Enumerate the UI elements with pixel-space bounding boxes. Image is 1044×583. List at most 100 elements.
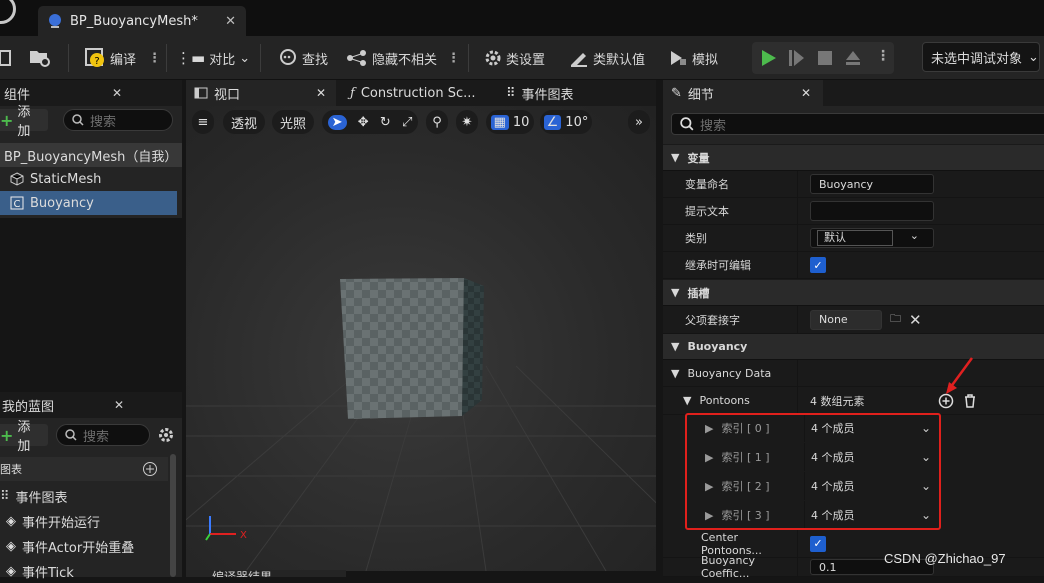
angle-icon: ∠	[543, 114, 562, 130]
select-tool-icon[interactable]: ➤	[327, 114, 347, 130]
pontoons-label[interactable]: ▼ Pontoons	[663, 387, 798, 414]
component-item-staticmesh[interactable]: StaticMesh	[0, 167, 182, 191]
section-label: Buoyancy	[687, 340, 748, 353]
close-icon[interactable]: ✕	[801, 86, 811, 100]
details-search-input[interactable]: 搜索	[671, 113, 1044, 135]
hide-unrelated-label: 隐藏不相关	[372, 52, 438, 68]
buoyancy-data-label: ▼ Buoyancy Data	[663, 360, 798, 386]
graph-item-tick[interactable]: ◈ 事件Tick	[0, 559, 74, 583]
document-tab-title: BP_BuoyancyMesh*	[70, 13, 198, 29]
eject-icon[interactable]	[844, 49, 862, 67]
clear-icon[interactable]: ✕	[909, 311, 922, 329]
component-item-root[interactable]: BP_BuoyancyMesh（自我）	[0, 143, 182, 167]
buoyancy-coefficient-label: Buoyancy Coeffic...	[663, 554, 798, 580]
diff-button[interactable]: ⋮▬ 对比 ⌄	[176, 36, 250, 80]
viewport-menu-button[interactable]: ≡	[192, 110, 214, 134]
graph-item-begin-overlap[interactable]: ◈ 事件Actor开始重叠	[0, 534, 134, 558]
buoyancy-data-row[interactable]: ▼ Buoyancy Data	[663, 360, 1044, 387]
red-arrow-annotation	[946, 357, 974, 394]
document-tab[interactable]: BP_BuoyancyMesh* ✕	[38, 6, 246, 36]
angle-snap-control[interactable]: ∠ 10°	[540, 110, 592, 134]
class-defaults-button[interactable]: 类默认值	[569, 36, 645, 80]
play-options-icon[interactable]: ⋮	[876, 48, 890, 64]
play-icon[interactable]	[760, 49, 778, 67]
blueprint-search-input[interactable]: 搜索	[56, 424, 150, 446]
event-icon: ◈	[6, 513, 16, 529]
step-icon[interactable]	[788, 49, 806, 67]
angle-snap-value: 10°	[565, 114, 589, 130]
graph-item-event-graph[interactable]: ⠿ 事件图表	[0, 484, 68, 508]
find-button[interactable]: 查找	[278, 36, 328, 80]
expand-toolbar-icon[interactable]: »	[628, 110, 650, 134]
tab-construction-script[interactable]: ƒ Construction Sc...	[350, 80, 476, 106]
hide-unrelated-button[interactable]: 隐藏不相关 ⋮	[346, 36, 460, 80]
component-item-buoyancy[interactable]: C Buoyancy	[0, 191, 177, 215]
tab-viewport[interactable]: 视口 ✕	[186, 80, 336, 106]
variables-section-header[interactable]: ▼ 变量	[663, 145, 1044, 171]
surface-snap-icon[interactable]: ⚲	[426, 110, 448, 134]
toolbar-separator	[468, 44, 469, 72]
graph-item-begin-play[interactable]: ◈ 事件开始运行	[0, 509, 100, 533]
pontoons-row: ▼ Pontoons 4 数组元素	[663, 387, 1044, 415]
rotate-tool-icon[interactable]: ↻	[380, 115, 391, 130]
play-controls: ⋮	[752, 42, 894, 74]
add-component-button[interactable]: + 添加	[0, 105, 48, 139]
world-local-icon[interactable]: ✷	[456, 110, 478, 134]
instance-editable-checkbox[interactable]: ✓	[810, 257, 826, 273]
translate-tool-icon[interactable]: ✥	[358, 115, 369, 130]
tooltip-label: 提示文本	[663, 198, 798, 224]
static-mesh-icon	[10, 172, 24, 186]
chevron-down-icon: ⌄	[909, 229, 919, 242]
close-icon[interactable]: ✕	[225, 14, 236, 29]
scrollbar[interactable]	[170, 454, 176, 577]
perspective-button[interactable]: 透视	[223, 110, 265, 134]
collapse-arrow-icon: ▼	[683, 394, 692, 407]
variable-name-row: 变量命名 Buoyancy	[663, 171, 1044, 198]
details-tab[interactable]: ✎ 细节 ✕	[663, 80, 823, 106]
add-circle-icon[interactable]	[142, 461, 158, 477]
lit-button[interactable]: 光照	[272, 110, 314, 134]
save-button[interactable]	[0, 36, 12, 80]
more-options-icon[interactable]: ⋮	[447, 51, 460, 66]
graphs-section-header[interactable]: 图表	[0, 457, 168, 481]
close-icon[interactable]: ✕	[112, 86, 122, 100]
grid-snap-value: 10	[512, 114, 530, 130]
buoyancy-section-header[interactable]: ▼ Buoyancy	[663, 334, 1044, 360]
browse-button[interactable]	[28, 36, 52, 80]
components-search-input[interactable]: 搜索	[63, 109, 173, 131]
debug-object-select[interactable]: 未选中调试对象 ⌄	[922, 42, 1040, 72]
close-icon[interactable]: ✕	[316, 86, 326, 100]
gear-icon[interactable]	[157, 426, 175, 444]
collapse-arrow-icon: ▼	[671, 286, 680, 299]
tooltip-row: 提示文本	[663, 198, 1044, 225]
class-defaults-icon	[571, 53, 587, 67]
viewport[interactable]: X	[125, 106, 727, 572]
gear-icon	[485, 50, 501, 66]
tab-event-graph[interactable]: ⠿ 事件图表	[506, 80, 574, 106]
tooltip-input[interactable]	[810, 201, 934, 221]
browse-socket-icon[interactable]: 🗀	[890, 310, 901, 329]
graph-icon: ⠿	[0, 488, 10, 504]
compile-options-icon[interactable]: ⋮	[148, 51, 161, 66]
center-pontoons-checkbox[interactable]: ✓	[810, 535, 826, 552]
scale-tool-icon[interactable]: ⤢	[402, 115, 412, 130]
close-icon[interactable]: ✕	[114, 398, 124, 412]
class-settings-label: 类设置	[506, 52, 546, 68]
section-label: 变量	[687, 151, 710, 165]
sockets-section-header[interactable]: ▼ 插槽	[663, 280, 1044, 306]
search-placeholder: 搜索	[700, 118, 727, 134]
category-select[interactable]: 默认 ⌄	[810, 228, 934, 248]
simulate-button[interactable]: 模拟	[668, 36, 718, 80]
add-blueprint-item-button[interactable]: + 添加	[0, 420, 48, 454]
components-title-text: 组件	[4, 87, 31, 103]
compiler-results-tab[interactable]: 编译器结果	[186, 570, 346, 577]
variable-name-input[interactable]: Buoyancy	[810, 174, 934, 194]
section-label: 插槽	[687, 286, 710, 300]
graph-icon: ⠿	[506, 85, 516, 101]
compile-button[interactable]: ? 编译 ⋮	[84, 36, 161, 80]
event-icon: ◈	[6, 563, 16, 579]
class-settings-button[interactable]: 类设置	[484, 36, 545, 80]
parent-socket-value: None	[810, 309, 882, 330]
grid-snap-control[interactable]: ▦ 10	[486, 110, 534, 134]
stop-icon[interactable]	[816, 49, 834, 67]
